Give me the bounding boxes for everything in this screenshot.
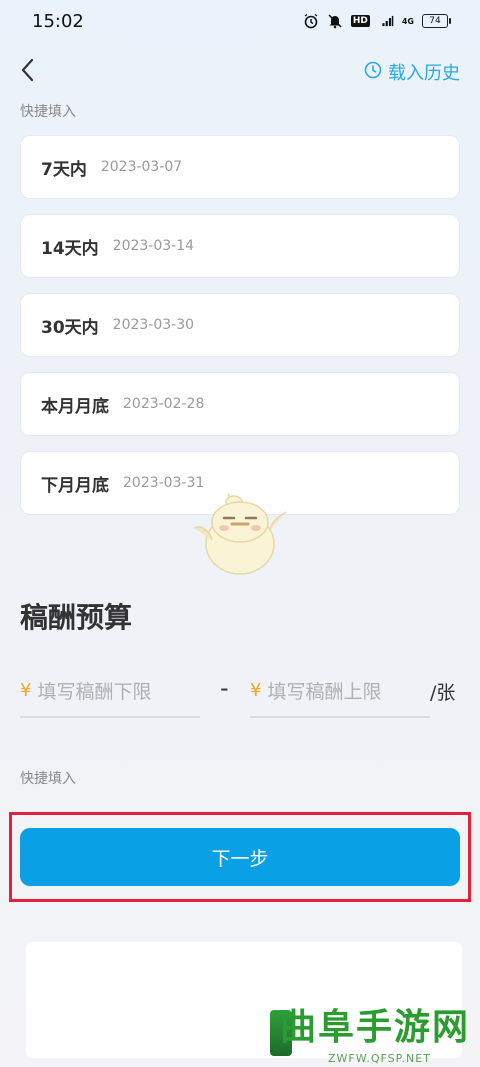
budget-max-input[interactable]: ¥ 填写稿酬上限	[250, 664, 430, 718]
quick-option-date: 2023-03-07	[100, 159, 183, 175]
chevron-left-icon	[20, 58, 36, 86]
status-icons: HD 4G 74	[303, 13, 451, 29]
budget-min-input[interactable]: ¥ 填写稿酬下限	[20, 664, 200, 718]
hd-badge: HD	[350, 15, 370, 27]
alarm-icon	[303, 13, 319, 29]
status-bar: 15:02 HD 4G 74	[0, 0, 480, 42]
next-step-button[interactable]: 下一步	[20, 828, 460, 886]
quick-option-name: 本月月底	[41, 396, 109, 417]
mute-bell-icon	[327, 13, 343, 29]
mascot-sticker	[188, 488, 292, 580]
back-button[interactable]	[20, 52, 50, 92]
currency-symbol: ¥	[20, 679, 32, 701]
quick-option-name: 14天内	[41, 238, 99, 259]
load-history-button[interactable]: 载入历史	[364, 59, 460, 85]
clock-icon	[364, 61, 382, 84]
quick-option-7-days[interactable]: 7天内 2023-03-07	[20, 135, 460, 199]
budget-max-placeholder: 填写稿酬上限	[267, 680, 382, 703]
budget-unit: /张	[430, 682, 456, 704]
load-history-label: 载入历史	[388, 63, 460, 84]
budget-title: 稿酬预算	[20, 601, 133, 634]
budget-range-row: ¥ 填写稿酬下限 - ¥ 填写稿酬上限 /张	[20, 664, 470, 720]
network-type: 4G	[401, 16, 414, 26]
watermark-text: 曲阜手游网	[280, 1007, 471, 1048]
quick-option-30-days[interactable]: 30天内 2023-03-30	[20, 293, 460, 357]
battery-icon: 74	[422, 14, 451, 28]
watermark: 曲阜手游网 ZWFW.QFSP.NET	[270, 998, 480, 1067]
quick-option-date: 2023-03-14	[112, 238, 195, 254]
status-time: 15:02	[32, 10, 84, 32]
quick-option-name: 7天内	[41, 159, 87, 180]
quick-option-date: 2023-02-28	[123, 396, 205, 412]
watermark-url: ZWFW.QFSP.NET	[328, 1052, 431, 1065]
quick-fill-label: 快捷填入	[20, 104, 76, 120]
quick-option-name: 30天内	[41, 317, 99, 338]
signal-icon	[378, 13, 394, 29]
quick-option-name: 下月月底	[41, 475, 109, 496]
quick-option-month-end[interactable]: 本月月底 2023-02-28	[20, 372, 460, 436]
quick-option-14-days[interactable]: 14天内 2023-03-14	[20, 214, 460, 278]
top-bar: 载入历史	[0, 52, 480, 92]
battery-level: 74	[429, 16, 441, 26]
currency-symbol: ¥	[250, 679, 262, 701]
budget-min-placeholder: 填写稿酬下限	[37, 680, 152, 703]
range-separator: -	[220, 674, 229, 702]
budget-quick-fill-label: 快捷填入	[20, 771, 76, 787]
quick-option-date: 2023-03-30	[112, 317, 195, 333]
